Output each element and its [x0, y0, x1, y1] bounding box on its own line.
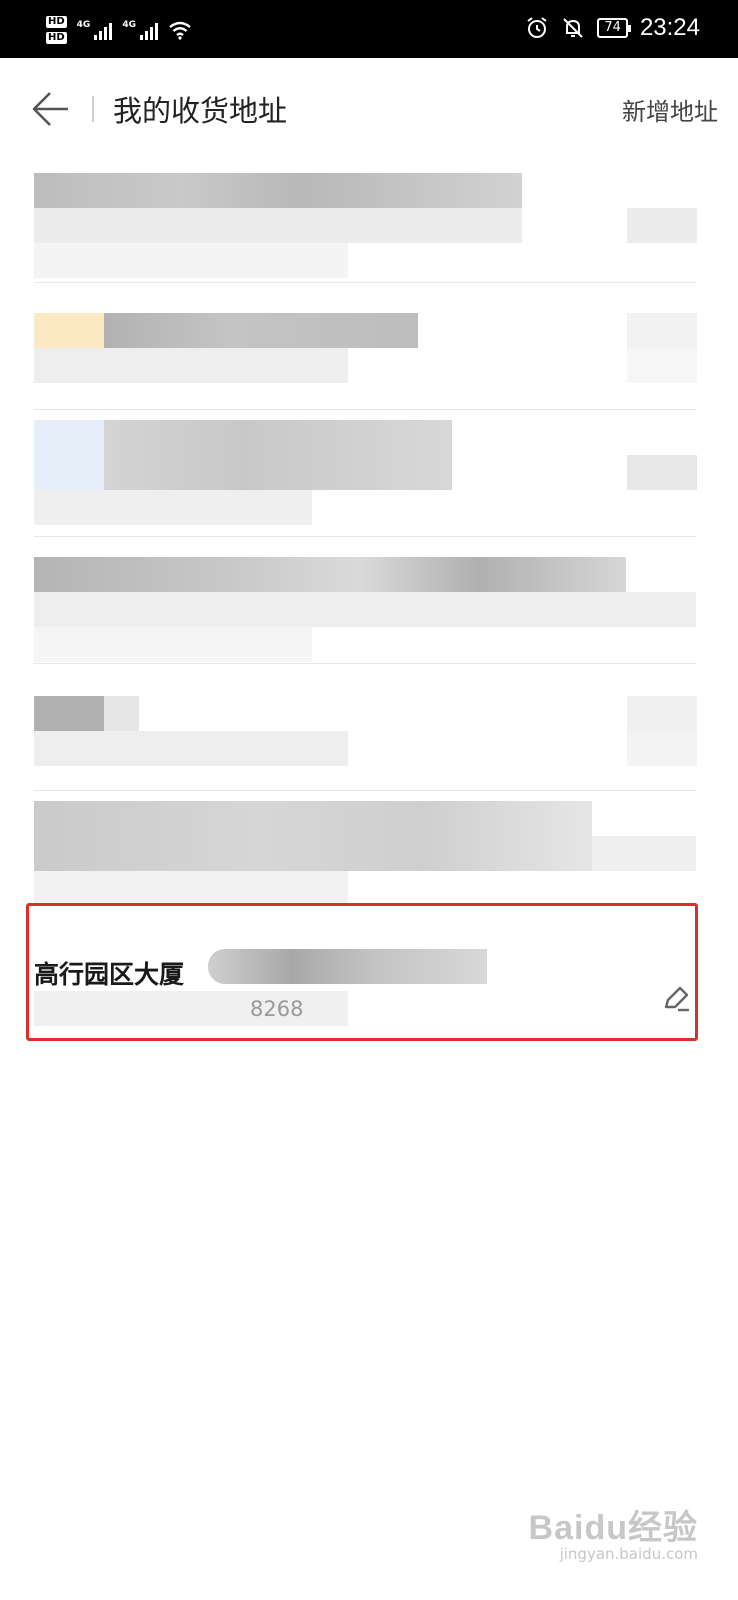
status-left: HD HD 4G 4G	[46, 8, 192, 52]
address-item[interactable]	[0, 283, 738, 410]
address-item[interactable]	[0, 537, 738, 664]
battery-indicator: 74	[597, 18, 631, 38]
watermark-main: Baidu经验	[528, 1509, 698, 1547]
network-type-2: 4G	[122, 20, 136, 30]
address-item[interactable]	[0, 410, 738, 537]
alarm-icon	[527, 17, 547, 38]
status-time: 23:24	[639, 14, 700, 41]
hd-indicators: HD HD	[46, 16, 67, 44]
signal-icon-1: 4G	[77, 20, 113, 40]
status-bar: HD HD 4G 4G 74 23:24	[0, 0, 738, 58]
baidu-watermark: Baidu经验 jingyan.baidu.com	[529, 1500, 698, 1563]
highlight-box	[26, 903, 698, 1041]
hd-badge-2: HD	[46, 32, 67, 44]
add-address-button[interactable]: 新增地址	[622, 92, 718, 127]
signal-icon-2: 4G	[122, 20, 158, 40]
address-item[interactable]	[0, 165, 738, 283]
hd-badge-1: HD	[46, 16, 67, 28]
wifi-icon	[169, 21, 191, 40]
header: 我的收货地址 新增地址	[0, 58, 738, 158]
back-arrow-icon[interactable]	[30, 88, 72, 130]
network-type-1: 4G	[76, 20, 91, 30]
page-title: 我的收货地址	[113, 94, 288, 128]
address-item[interactable]	[0, 664, 738, 791]
header-divider	[92, 96, 94, 122]
address-item[interactable]	[0, 791, 738, 911]
status-right: 74 23:24	[525, 14, 700, 42]
mute-icon	[563, 18, 584, 38]
